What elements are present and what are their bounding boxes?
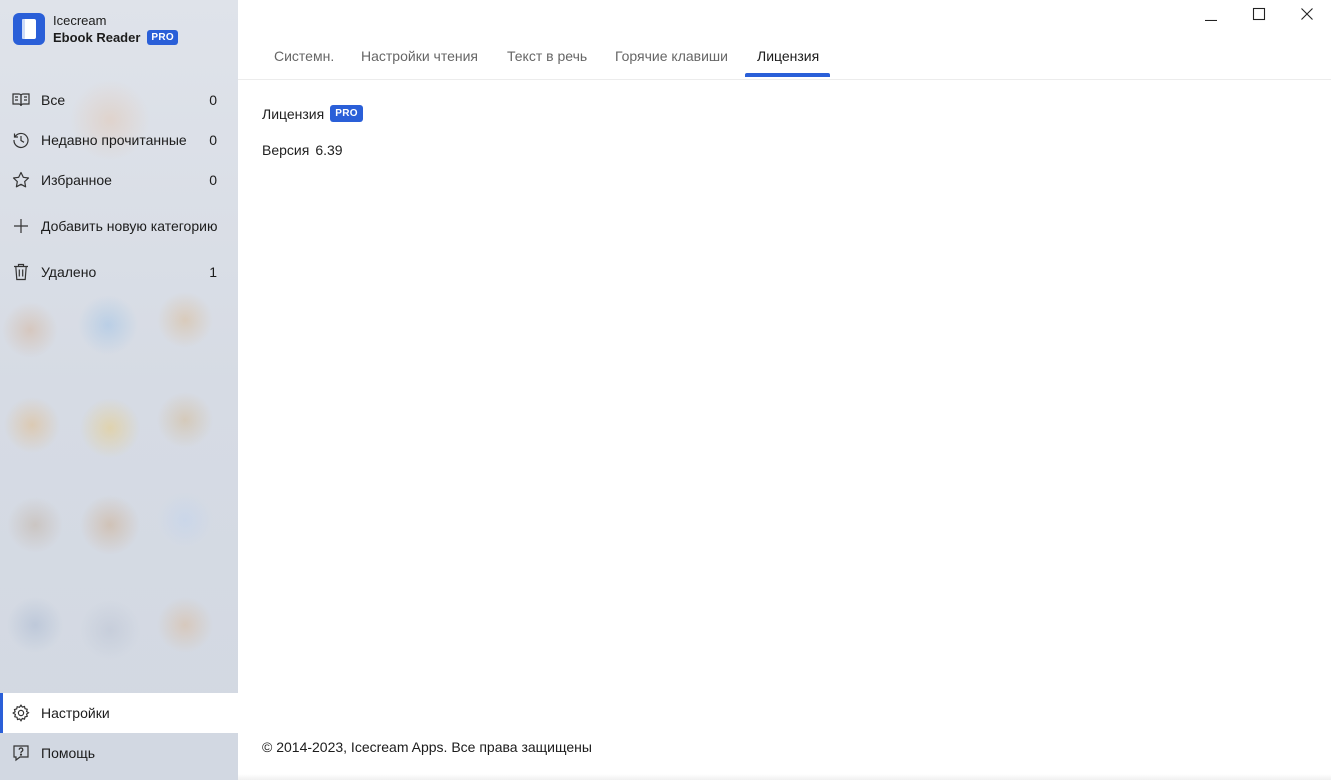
- sidebar-item-settings[interactable]: Настройки: [0, 693, 238, 733]
- gear-icon: [12, 704, 30, 722]
- tab-reading-settings[interactable]: Настройки чтения: [361, 36, 478, 80]
- pro-badge: PRO: [147, 30, 178, 45]
- minimize-icon: [1204, 7, 1218, 26]
- copyright-text: © 2014-2023, Icecream Apps. Все права за…: [262, 739, 592, 755]
- license-pro-badge: PRO: [330, 105, 363, 122]
- tab-system[interactable]: Системн.: [274, 36, 334, 80]
- sidebar-item-favorites[interactable]: Избранное 0: [0, 160, 238, 200]
- maximize-button[interactable]: [1236, 0, 1282, 32]
- app-brand: Icecream Ebook Reader PRO: [13, 12, 178, 46]
- bottom-divider: [238, 774, 1331, 780]
- plus-icon: [12, 217, 30, 235]
- history-icon: [12, 131, 30, 149]
- version-value: 6.39: [315, 142, 343, 158]
- app-name-line1: Icecream: [53, 13, 107, 28]
- maximize-icon: [1252, 7, 1266, 26]
- tab-text-to-speech[interactable]: Текст в речь: [507, 36, 587, 80]
- app-logo-icon: [13, 13, 45, 45]
- active-tab-indicator: [745, 73, 830, 77]
- license-row: Лицензия PRO: [262, 105, 363, 122]
- star-icon: [12, 171, 30, 189]
- add-category-button[interactable]: Добавить новую категорию: [0, 206, 238, 246]
- help-icon: [12, 744, 30, 762]
- sidebar-item-count: 1: [209, 264, 217, 280]
- close-button[interactable]: [1284, 0, 1330, 32]
- sidebar-item-label: Настройки: [41, 705, 110, 721]
- close-icon: [1300, 7, 1314, 26]
- sidebar-item-label: Недавно прочитанные: [41, 132, 187, 148]
- minimize-button[interactable]: [1188, 0, 1234, 32]
- settings-tabs: Системн. Настройки чтения Текст в речь Г…: [238, 36, 1331, 80]
- sidebar-item-count: 0: [209, 172, 217, 188]
- app-name-line2: Ebook Reader: [53, 30, 141, 45]
- license-label: Лицензия: [262, 105, 325, 122]
- sidebar-item-all[interactable]: Все 0: [0, 80, 238, 120]
- sidebar-item-help[interactable]: Помощь: [0, 733, 238, 773]
- sidebar-item-label: Все: [41, 92, 66, 108]
- sidebar-item-label: Удалено: [41, 264, 97, 280]
- sidebar-item-label: Помощь: [41, 745, 96, 761]
- sidebar-item-count: 0: [209, 92, 217, 108]
- sidebar-item-recent[interactable]: Недавно прочитанные 0: [0, 120, 238, 160]
- version-label: Версия: [262, 142, 310, 158]
- sidebar-item-deleted[interactable]: Удалено 1: [0, 252, 238, 292]
- trash-icon: [12, 263, 30, 281]
- sidebar: Icecream Ebook Reader PRO Все 0 Недавно …: [0, 0, 238, 780]
- sidebar-item-count: 0: [209, 132, 217, 148]
- version-row: Версия 6.39: [262, 142, 343, 158]
- sidebar-item-label: Добавить новую категорию: [41, 218, 218, 234]
- library-icon: [12, 91, 30, 109]
- tab-hotkeys[interactable]: Горячие клавиши: [615, 36, 728, 80]
- sidebar-item-label: Избранное: [41, 172, 112, 188]
